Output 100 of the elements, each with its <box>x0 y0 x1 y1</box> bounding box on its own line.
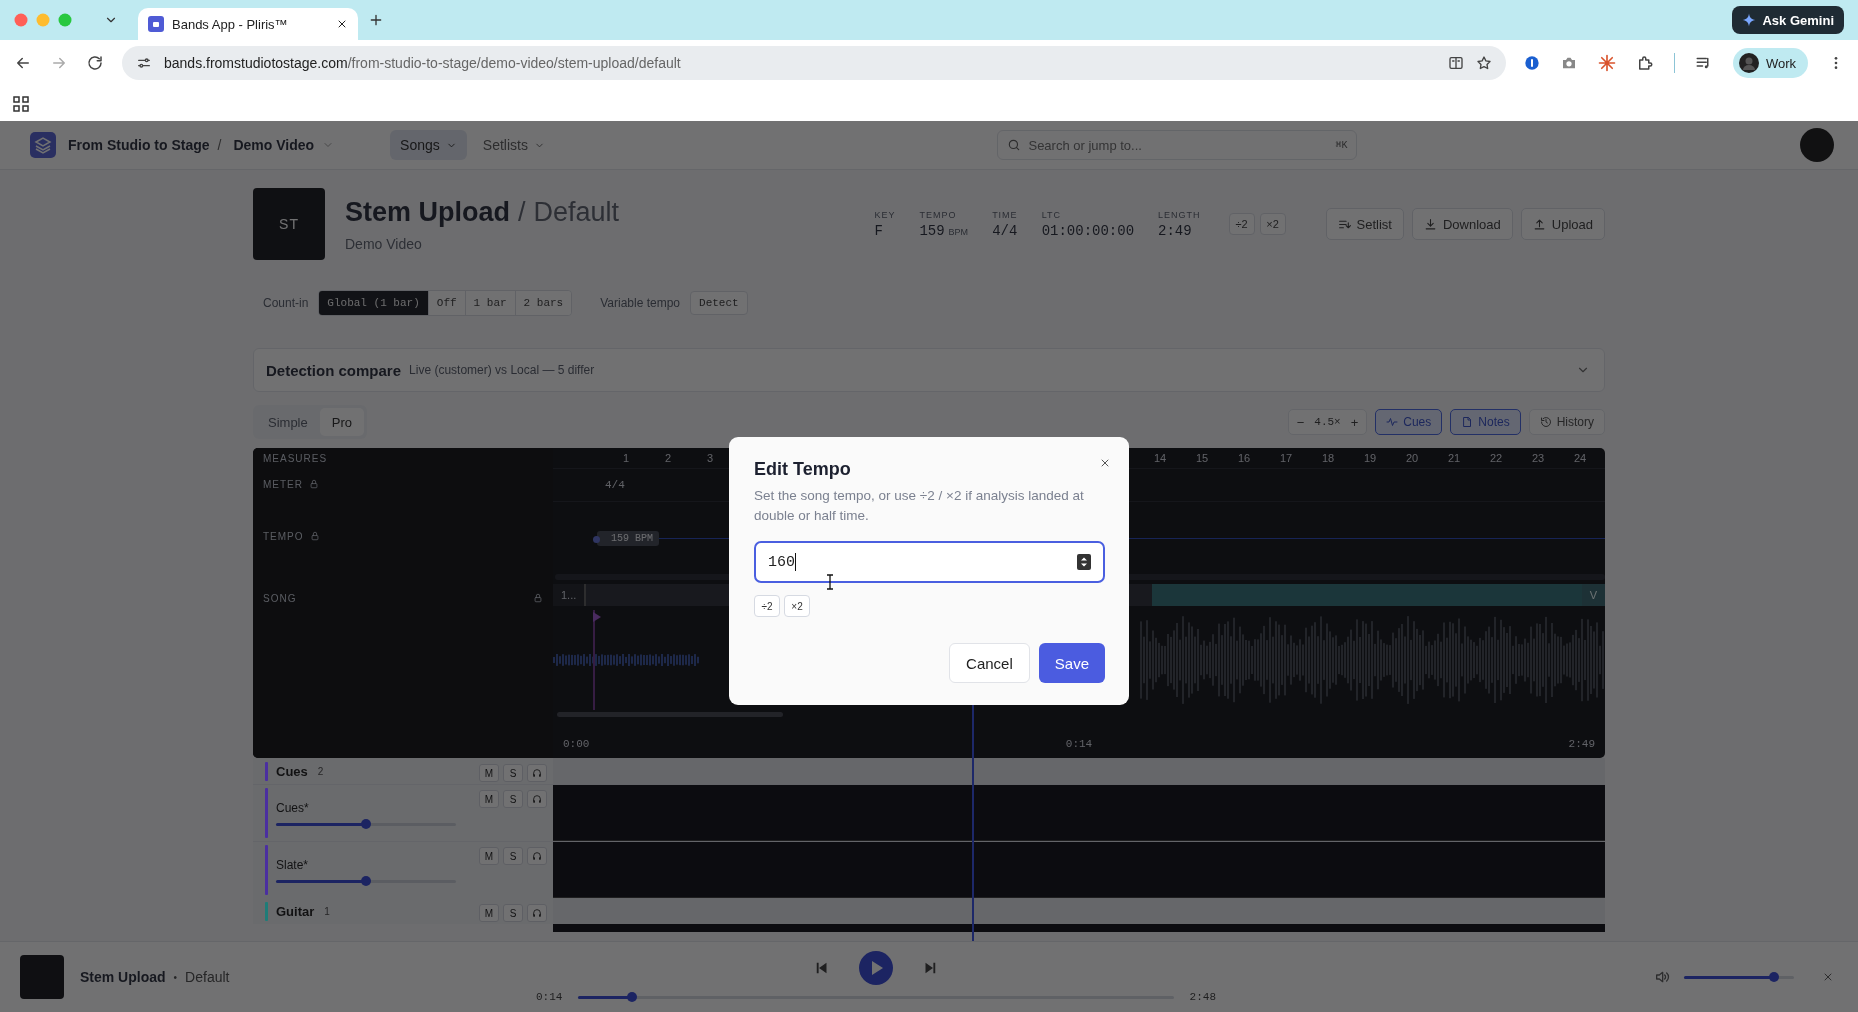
address-bar[interactable]: bands.fromstudiotostage.com/from-studio-to-stage/demo-video/stem-upload/default <box>122 46 1506 80</box>
count-in-option[interactable]: 1 bar <box>464 291 515 315</box>
tempo-factor-button[interactable]: ×2 <box>1259 213 1286 235</box>
stat-value: 159 <box>919 222 945 239</box>
time-label: 0:00 <box>563 738 590 750</box>
apps-grid-icon[interactable] <box>13 95 29 112</box>
play-button-icon[interactable] <box>859 951 893 985</box>
measure-number: 19 <box>1362 452 1378 464</box>
avatar-icon <box>1738 53 1759 73</box>
profile-button[interactable]: Work <box>1732 48 1808 78</box>
app-icon <box>148 16 164 32</box>
mute-button[interactable]: M <box>479 904 499 922</box>
solo-button[interactable]: S <box>503 790 523 808</box>
stat-label: KEY <box>874 209 896 220</box>
view-mode-tab[interactable]: Pro <box>319 408 364 436</box>
nav-tab[interactable]: Songs <box>390 130 467 160</box>
sunburst-icon[interactable] <box>1597 54 1616 72</box>
zoom-in-button[interactable]: + <box>1346 414 1363 430</box>
download-button[interactable]: Download <box>1411 208 1513 240</box>
plus-icon[interactable] <box>368 12 384 28</box>
measure-number: 22 <box>1488 452 1504 464</box>
stepper-icon[interactable] <box>1077 554 1091 571</box>
count-in-option[interactable]: Global (1 bar) <box>319 291 428 315</box>
volume-thumb[interactable] <box>1769 971 1780 982</box>
progress-thumb[interactable] <box>626 991 637 1002</box>
count-in-option[interactable]: 2 bars <box>514 291 572 315</box>
close-icon[interactable] <box>1099 457 1111 469</box>
meter-marker[interactable]: 4/4 <box>605 479 625 491</box>
setlist-button[interactable]: Setlist <box>1325 208 1404 240</box>
cancel-button[interactable]: Cancel <box>949 643 1030 684</box>
section-label[interactable]: V <box>1581 584 1605 606</box>
solo-button[interactable]: S <box>503 847 523 865</box>
scrollbar-thumb[interactable] <box>557 711 783 717</box>
measure-number: 15 <box>1194 452 1210 464</box>
monitor-button[interactable] <box>527 764 547 782</box>
star-icon[interactable] <box>1475 55 1492 71</box>
dialog-description: Set the song tempo, or use ÷2 / ×2 if analysis landed at double or half time. <box>754 487 1085 525</box>
mute-button[interactable]: M <box>479 790 499 808</box>
download-icon <box>1423 217 1437 231</box>
monitor-button[interactable] <box>527 847 547 865</box>
track-title: Stem Upload <box>80 969 166 985</box>
upload-icon <box>1532 217 1546 231</box>
stat-value: F <box>874 222 883 239</box>
history-icon <box>1539 416 1552 428</box>
version-name: Default <box>185 969 230 985</box>
elapsed-time: 0:14 <box>536 991 563 1003</box>
volume-icon[interactable] <box>1654 969 1670 985</box>
notes-toggle[interactable]: Notes <box>1450 409 1521 435</box>
view-mode-tab[interactable]: Simple <box>256 408 320 436</box>
mute-button[interactable]: M <box>479 764 499 782</box>
monitor-button[interactable] <box>527 790 547 808</box>
detection-compare-panel[interactable]: Detection compare Live (customer) vs Local — 5 differ <box>253 348 1605 392</box>
track-name: Guitar <box>276 904 315 919</box>
volume-slider[interactable] <box>276 822 456 826</box>
upload-button[interactable]: Upload <box>1520 208 1605 240</box>
solo-button[interactable]: S <box>503 904 523 922</box>
solo-button[interactable]: S <box>503 764 523 782</box>
headphones-icon <box>532 768 542 778</box>
browser-tab[interactable]: Bands App - Pliris™ <box>138 8 358 40</box>
lock-icon[interactable] <box>309 531 320 541</box>
panel-title: Detection compare <box>266 361 402 379</box>
monitor-button[interactable] <box>527 904 547 922</box>
slider-thumb[interactable] <box>361 875 371 886</box>
close-icon[interactable] <box>336 18 348 30</box>
song-artwork: ST <box>253 188 325 260</box>
cues-toggle[interactable]: Cues <box>1375 409 1443 435</box>
tempo-factor-button[interactable]: ÷2 <box>754 595 780 618</box>
zoom-out-button[interactable]: − <box>1292 414 1309 430</box>
user-avatar-icon[interactable] <box>1800 128 1834 162</box>
tempo-input[interactable]: 160 <box>754 541 1105 584</box>
reader-icon[interactable] <box>1447 55 1464 71</box>
detect-button[interactable]: Detect <box>690 291 748 315</box>
measure-number: 3 <box>705 452 715 464</box>
stat-label: LTC <box>1041 209 1062 220</box>
breadcrumb-link[interactable]: Demo Video <box>233 137 315 153</box>
history-toggle[interactable]: History <box>1528 409 1605 435</box>
nav-tab[interactable]: Setlists <box>472 130 555 160</box>
tempo-factor-button[interactable]: ×2 <box>784 595 810 618</box>
tempo-factor-button[interactable]: ÷2 <box>1228 213 1255 235</box>
section-label[interactable]: 1... <box>553 584 585 606</box>
lock-icon[interactable] <box>533 593 543 603</box>
breadcrumb-separator: / <box>217 137 222 153</box>
volume-slider[interactable] <box>1684 975 1794 979</box>
track-count: 1 <box>324 906 330 917</box>
variable-tempo-label: Variable tempo <box>600 296 681 310</box>
shortcut-hint: ⌘K <box>1335 139 1348 151</box>
ask-gemini-button[interactable]: Ask Gemini <box>1732 6 1844 34</box>
album-art <box>20 955 64 999</box>
count-in-option[interactable]: Off <box>427 291 465 315</box>
save-button[interactable]: Save <box>1038 643 1105 684</box>
text-cursor-icon <box>826 574 834 590</box>
site-settings-icon[interactable] <box>136 55 152 71</box>
stat-value: 01:00:00:00 <box>1041 222 1135 239</box>
slider-thumb[interactable] <box>361 818 371 829</box>
reload-icon[interactable] <box>86 54 104 72</box>
volume-slider[interactable] <box>276 879 456 883</box>
mute-button[interactable]: M <box>479 847 499 865</box>
password-icon[interactable] <box>1523 55 1540 71</box>
lock-icon[interactable] <box>309 479 319 489</box>
breadcrumb-link[interactable]: From Studio to Stage <box>68 137 210 153</box>
